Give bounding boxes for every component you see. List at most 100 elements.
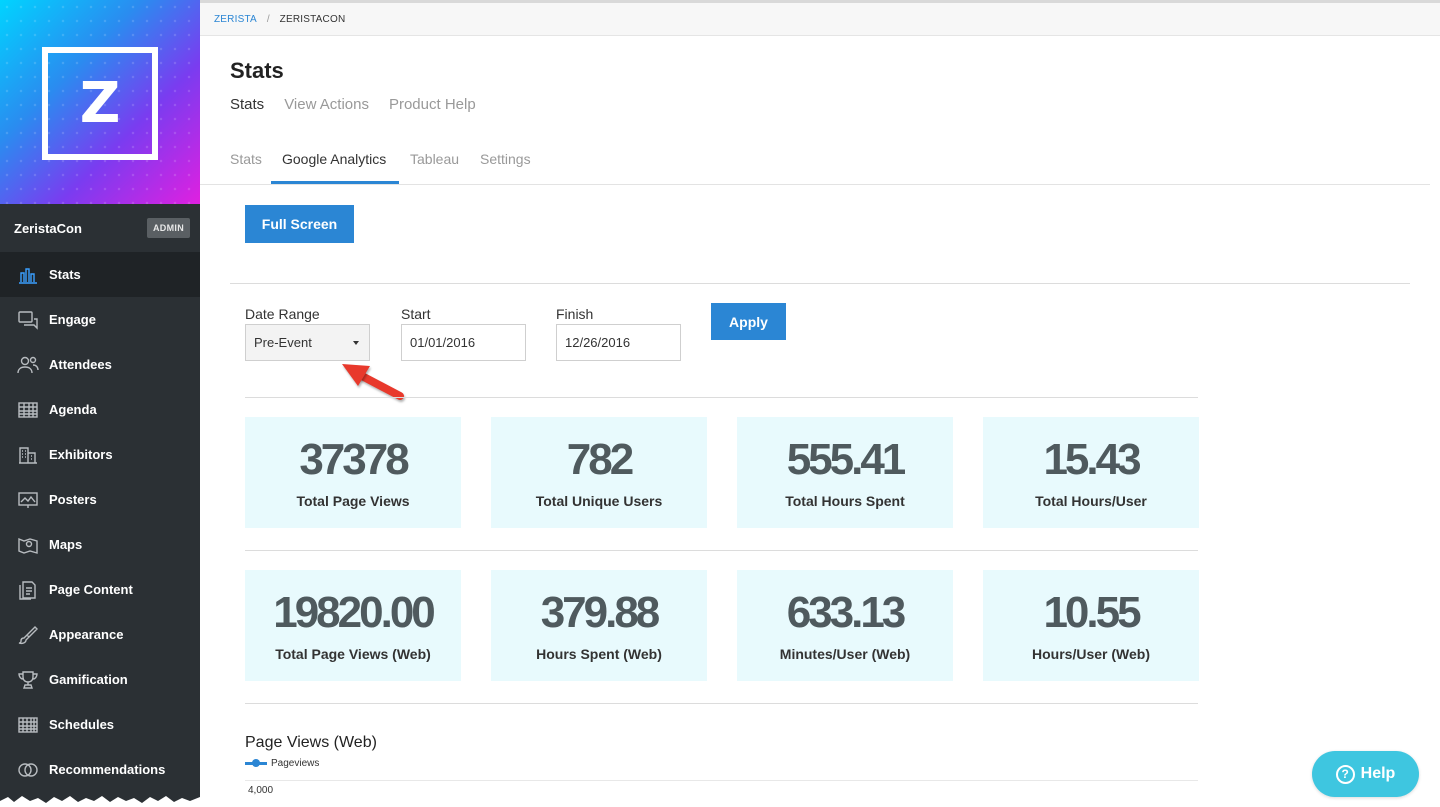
stat-card-total-page-views: 37378 Total Page Views (245, 417, 461, 528)
logo-letter: Z (79, 70, 121, 136)
sidebar-item-label: Schedules (49, 717, 115, 732)
finish-date-input[interactable]: 12/26/2016 (556, 324, 681, 361)
divider (245, 397, 1198, 398)
logo-area[interactable]: Z (0, 0, 200, 204)
sidebar-item-label: Maps (49, 537, 83, 552)
stat-value: 37378 (299, 435, 409, 484)
date-range-value: Pre-Event (254, 335, 312, 350)
sidebar-item-maps[interactable]: Maps (0, 522, 200, 567)
finish-label: Finish (556, 306, 594, 322)
sidebar-item-stats[interactable]: Stats (0, 252, 200, 297)
sidebar-item-label: Attendees (49, 357, 112, 372)
bar-chart-icon (16, 264, 40, 286)
sidebar-item-attendees[interactable]: Attendees (0, 342, 200, 387)
tab-tableau[interactable]: Tableau (410, 141, 459, 184)
full-screen-button[interactable]: Full Screen (245, 205, 354, 243)
stat-value: 633.13 (786, 588, 907, 637)
org-row: ZeristaCon ADMIN (0, 204, 200, 252)
sub-nav-product-help[interactable]: Product Help (389, 96, 476, 113)
breadcrumb-separator: / (266, 13, 270, 25)
help-button[interactable]: ? Help (1312, 751, 1419, 797)
sidebar-item-label: Stats (49, 267, 81, 282)
stat-card-total-hours-per-user: 15.43 Total Hours/User (983, 417, 1199, 528)
legend-line-marker-icon (245, 756, 267, 770)
apply-button[interactable]: Apply (711, 303, 786, 340)
sub-nav-stats[interactable]: Stats (230, 96, 264, 113)
stat-label: Hours/User (Web) (1032, 646, 1150, 662)
stat-value: 379.88 (540, 588, 661, 637)
sidebar-item-label: Exhibitors (49, 447, 113, 462)
chat-bubbles-icon (16, 309, 40, 331)
calendar-grid-icon (16, 399, 40, 421)
sub-nav: Stats View Actions Product Help (230, 96, 476, 113)
org-name[interactable]: ZeristaCon (14, 221, 82, 236)
stat-value: 555.41 (786, 435, 907, 484)
sidebar-item-label: Appearance (49, 627, 124, 642)
start-label: Start (401, 306, 431, 322)
stat-card-total-unique-users: 782 Total Unique Users (491, 417, 707, 528)
trophy-icon (16, 669, 40, 691)
sidebar-nav: Stats Engage Attendees Agenda Exhibitors… (0, 252, 200, 792)
sidebar-item-posters[interactable]: Posters (0, 477, 200, 522)
people-icon (16, 354, 40, 376)
sidebar-item-engage[interactable]: Engage (0, 297, 200, 342)
start-date-input[interactable]: 01/01/2016 (401, 324, 526, 361)
divider (230, 283, 1410, 284)
sidebar-item-label: Engage (49, 312, 96, 327)
sidebar-item-label: Agenda (49, 402, 97, 417)
sidebar-item-page-content[interactable]: Page Content (0, 567, 200, 612)
annotation-arrow-icon (342, 364, 404, 400)
breadcrumb: ZERISTA / ZERISTACON (200, 0, 1440, 36)
chart-legend[interactable]: Pageviews (245, 756, 319, 770)
stat-value: 15.43 (1043, 435, 1141, 484)
presentation-board-icon (16, 489, 40, 511)
sidebar-item-recommendations[interactable]: Recommendations (0, 747, 200, 792)
stat-label: Hours Spent (Web) (536, 646, 662, 662)
stat-value: 782 (566, 435, 634, 484)
help-label: Help (1360, 765, 1396, 782)
building-icon (16, 444, 40, 466)
sidebar-item-exhibitors[interactable]: Exhibitors (0, 432, 200, 477)
sidebar-item-label: Posters (49, 492, 97, 507)
logo: Z (42, 47, 158, 160)
question-circle-icon: ? (1335, 764, 1355, 784)
stat-card-total-hours-spent: 555.41 Total Hours Spent (737, 417, 953, 528)
stat-card-hours-per-user-web: 10.55 Hours/User (Web) (983, 570, 1199, 681)
sidebar-item-agenda[interactable]: Agenda (0, 387, 200, 432)
stat-label: Total Hours/User (1035, 493, 1147, 509)
divider (245, 550, 1198, 551)
tab-stats[interactable]: Stats (230, 141, 262, 184)
stat-value: 10.55 (1043, 588, 1141, 637)
sidebar-item-label: Gamification (49, 672, 128, 687)
sidebar-item-gamification[interactable]: Gamification (0, 657, 200, 702)
caret-down-icon (353, 340, 359, 345)
document-icon (16, 579, 40, 601)
app-root: Z ZeristaCon ADMIN Stats Engage Attendee… (0, 0, 1440, 807)
breadcrumb-item-zeristacon: ZERISTACON (279, 13, 346, 25)
stat-label: Total Page Views (296, 493, 410, 509)
schedule-grid-icon (16, 714, 40, 736)
sidebar-item-schedules[interactable]: Schedules (0, 702, 200, 747)
stat-card-hours-spent-web: 379.88 Hours Spent (Web) (491, 570, 707, 681)
stat-value: 19820.00 (273, 588, 436, 637)
tab-settings[interactable]: Settings (480, 141, 531, 184)
stat-card-total-page-views-web: 19820.00 Total Page Views (Web) (245, 570, 461, 681)
sub-nav-view-actions[interactable]: View Actions (284, 96, 369, 113)
sidebar-torn-edge (0, 796, 200, 807)
stat-label: Minutes/User (Web) (779, 646, 911, 662)
page-title: Stats (230, 58, 284, 83)
divider (245, 703, 1198, 704)
sidebar-item-appearance[interactable]: Appearance (0, 612, 200, 657)
date-range-label: Date Range (245, 306, 320, 322)
tab-google-analytics[interactable]: Google Analytics (282, 141, 386, 184)
paint-brush-icon (16, 624, 40, 646)
admin-badge: ADMIN (147, 218, 190, 238)
breadcrumb-item-zerista[interactable]: ZERISTA (214, 14, 257, 25)
y-axis-tick-label: 4,000 (248, 785, 274, 796)
chart-gridline (245, 780, 1198, 781)
active-tab-indicator (271, 181, 399, 184)
chart-title: Page Views (Web) (245, 734, 377, 751)
stat-card-minutes-per-user-web: 633.13 Minutes/User (Web) (737, 570, 953, 681)
sidebar-item-label: Page Content (49, 582, 133, 597)
sidebar: Z ZeristaCon ADMIN Stats Engage Attendee… (0, 0, 200, 807)
